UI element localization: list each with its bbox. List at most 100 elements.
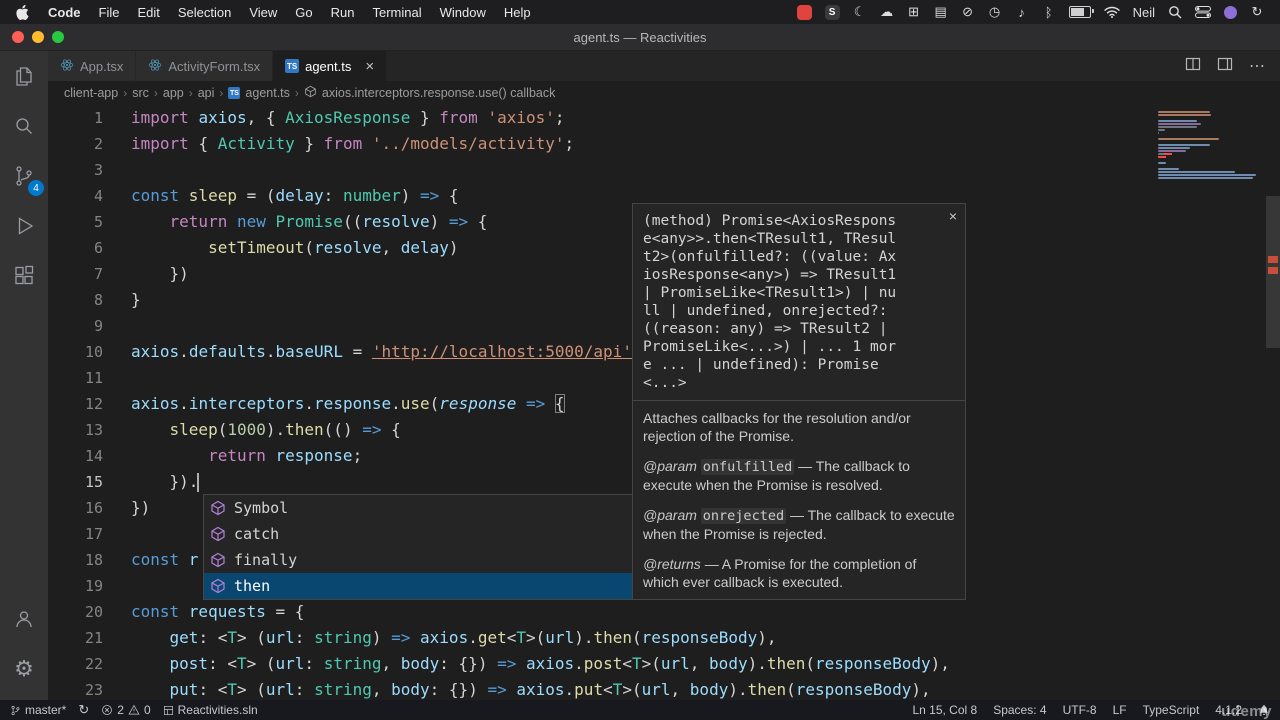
- battery-icon[interactable]: [1068, 6, 1094, 18]
- minimap-line: [1158, 156, 1166, 158]
- solution-indicator[interactable]: Reactivities.sln: [163, 703, 258, 717]
- close-window-button[interactable]: [12, 31, 24, 43]
- warning-count: 0: [143, 703, 151, 717]
- line-number: 20: [84, 603, 103, 621]
- window-title: agent.ts — Reactivities: [573, 29, 707, 45]
- menu-item-go[interactable]: Go: [286, 5, 321, 20]
- line-number: 5: [93, 213, 103, 231]
- breadcrumb-item[interactable]: src: [132, 86, 149, 100]
- settings-gear-icon[interactable]: ⚙: [0, 644, 48, 694]
- chevron-right-icon: ›: [294, 86, 299, 100]
- breadcrumb-item[interactable]: api: [198, 86, 215, 100]
- screen-record-app-icon[interactable]: [796, 4, 812, 20]
- breadcrumb-item[interactable]: axios.interceptors.response.use() callba…: [322, 86, 555, 100]
- menu-item-help[interactable]: Help: [495, 5, 540, 20]
- cursor-position[interactable]: Ln 15, Col 8: [912, 703, 977, 717]
- tab-app-tsx[interactable]: App.tsx: [48, 51, 137, 81]
- returns-tag: @returns: [643, 556, 701, 572]
- code-line[interactable]: 3: [48, 157, 1280, 183]
- editor-actions: ⋯: [1171, 51, 1280, 81]
- tab-agent-ts[interactable]: TS agent.ts ×: [273, 51, 388, 81]
- time-machine-icon[interactable]: ↻: [1250, 4, 1264, 20]
- breadcrumb-item[interactable]: agent.ts: [245, 86, 289, 100]
- line-number: 2: [93, 135, 103, 153]
- minimap-line: [1158, 132, 1159, 134]
- code-line[interactable]: 20 const requests = {: [48, 599, 1280, 625]
- menu-item-code[interactable]: Code: [39, 5, 90, 20]
- search-icon[interactable]: [0, 101, 48, 151]
- account-icon[interactable]: [0, 594, 48, 644]
- code-line[interactable]: 23 put: <T> (url: string, body: {}) => a…: [48, 677, 1280, 700]
- explorer-icon[interactable]: [0, 51, 48, 101]
- problems-indicator[interactable]: 2 0: [101, 703, 151, 717]
- source-control-icon[interactable]: 4: [0, 151, 48, 201]
- react-file-icon: [60, 58, 74, 75]
- line-number: 22: [84, 655, 103, 673]
- run-debug-icon[interactable]: [0, 201, 48, 251]
- chat-icon[interactable]: ▤: [934, 4, 948, 20]
- indentation-setting[interactable]: Spaces: 4: [993, 703, 1046, 717]
- window-grid-icon[interactable]: ⊞: [907, 4, 921, 20]
- code-line[interactable]: 2 import { Activity } from '../models/act…: [48, 131, 1280, 157]
- bluetooth-icon[interactable]: ᛒ: [1042, 5, 1056, 20]
- code-line[interactable]: 22 post: <T> (url: string, body: {}) => …: [48, 651, 1280, 677]
- spotlight-search-icon[interactable]: [1168, 5, 1182, 19]
- line-number: 18: [84, 551, 103, 569]
- code-text: }): [131, 498, 151, 517]
- menu-item-run[interactable]: Run: [322, 5, 364, 20]
- more-actions-icon[interactable]: ⋯: [1249, 56, 1266, 76]
- clock-icon[interactable]: ◷: [988, 4, 1002, 20]
- extensions-icon[interactable]: [0, 251, 48, 301]
- zoom-window-button[interactable]: [52, 31, 64, 43]
- menu-item-view[interactable]: View: [240, 5, 286, 20]
- suggest-item-symbol[interactable]: Symbol: [204, 495, 632, 521]
- breadcrumb-item[interactable]: app: [163, 86, 184, 100]
- udemy-watermark: udemy: [1221, 703, 1272, 720]
- do-not-disturb-icon[interactable]: ⊘: [961, 4, 975, 20]
- suggest-item-catch[interactable]: catch: [204, 521, 632, 547]
- split-editor-icon[interactable]: [1185, 56, 1201, 77]
- breadcrumb: client-app › src › app › api › TS agent.…: [48, 81, 1280, 105]
- suggest-item-finally[interactable]: finally: [204, 547, 632, 573]
- minimap[interactable]: [1158, 111, 1260, 180]
- moon-icon[interactable]: ☾: [853, 4, 867, 20]
- menu-item-terminal[interactable]: Terminal: [364, 5, 431, 20]
- sync-button[interactable]: ↻: [78, 702, 89, 718]
- encoding-setting[interactable]: UTF-8: [1063, 703, 1097, 717]
- menu-item-file[interactable]: File: [90, 5, 129, 20]
- source-control-badge: 4: [28, 180, 44, 196]
- minimap-line: [1158, 162, 1166, 164]
- cloud-icon[interactable]: ☁: [880, 4, 894, 20]
- suggest-widget: Symbol catch finally then: [203, 494, 633, 600]
- breadcrumb-item[interactable]: client-app: [64, 86, 118, 100]
- menu-item-window[interactable]: Window: [431, 5, 495, 20]
- minimap-line: [1158, 168, 1179, 170]
- tab-activityform-tsx[interactable]: ActivityForm.tsx: [136, 51, 274, 81]
- git-branch-icon: [10, 704, 21, 717]
- chevron-right-icon: ›: [188, 86, 193, 100]
- s-app-icon[interactable]: S: [824, 4, 840, 20]
- param-name: onrejected: [700, 508, 787, 524]
- symbol-method-icon: [210, 552, 226, 568]
- minimap-error-mark: [1164, 153, 1172, 155]
- volume-icon[interactable]: ♪: [1015, 5, 1029, 20]
- apple-logo-icon[interactable]: [6, 4, 39, 20]
- menu-item-selection[interactable]: Selection: [169, 5, 240, 20]
- suggest-item-then[interactable]: then: [204, 573, 632, 599]
- code-line[interactable]: 21 get: <T> (url: string) => axios.get<T…: [48, 625, 1280, 651]
- status-bar: master* ↻ 2 0 Reactivities.sln Ln 15, Co…: [0, 700, 1280, 720]
- layout-icon[interactable]: [1217, 56, 1233, 77]
- app-dot-icon[interactable]: [1224, 5, 1237, 19]
- minimize-window-button[interactable]: [32, 31, 44, 43]
- language-mode[interactable]: TypeScript: [1143, 703, 1200, 717]
- menu-item-edit[interactable]: Edit: [128, 5, 168, 20]
- hover-description: Attaches callbacks for the resolution an…: [643, 410, 911, 444]
- close-tooltip-icon[interactable]: ×: [949, 208, 957, 224]
- close-tab-icon[interactable]: ×: [365, 58, 374, 75]
- wifi-icon[interactable]: [1103, 6, 1120, 18]
- user-name[interactable]: Neil: [1133, 5, 1155, 20]
- eol-setting[interactable]: LF: [1113, 703, 1127, 717]
- code-line[interactable]: 1 import axios, { AxiosResponse } from 'a…: [48, 105, 1280, 131]
- control-center-icon[interactable]: [1195, 6, 1211, 18]
- branch-indicator[interactable]: master*: [10, 703, 66, 717]
